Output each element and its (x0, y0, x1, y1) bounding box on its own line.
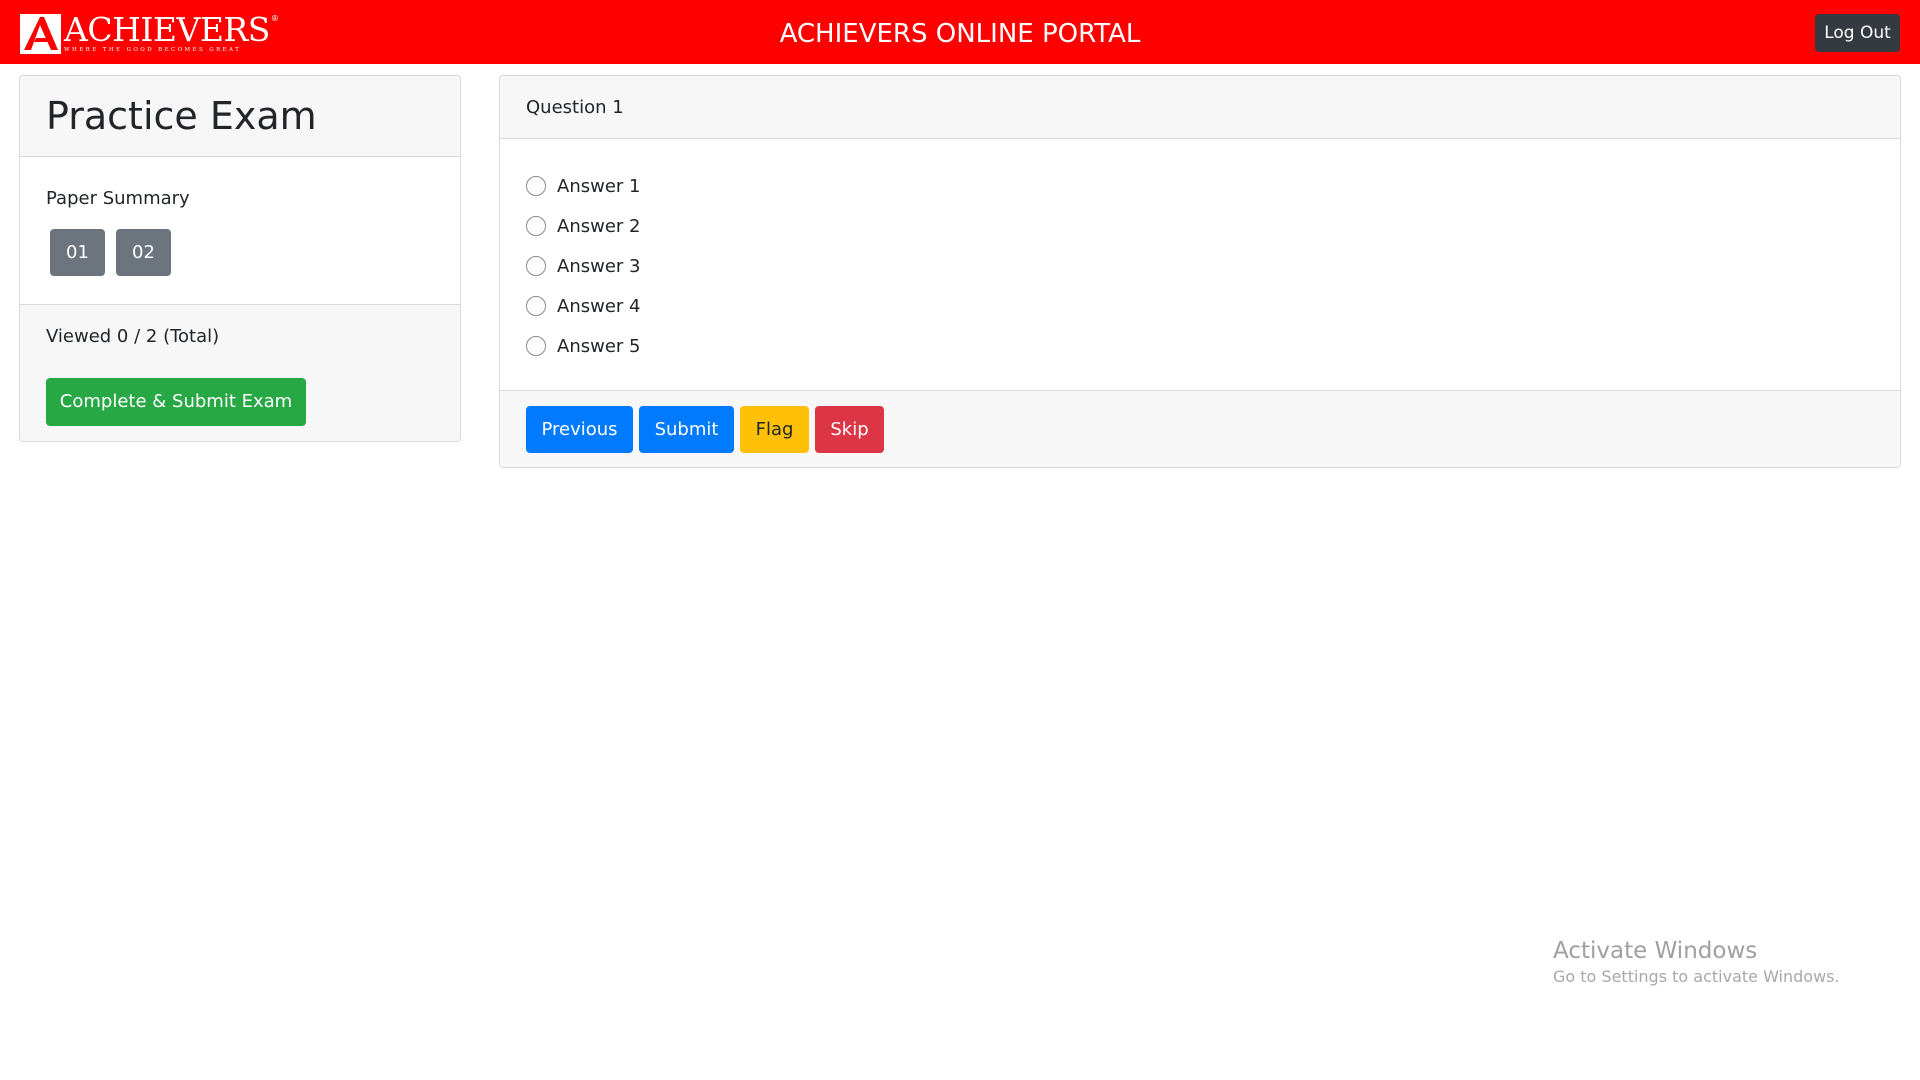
question-card: Question 1 Answer 1 Answer 2 Answer 3 An… (499, 75, 1901, 468)
answer-label: Answer 1 (557, 175, 641, 197)
paper-summary-label: Paper Summary (46, 188, 190, 209)
previous-button[interactable]: Previous (526, 406, 633, 453)
exam-summary-card: Practice Exam Paper Summary 01 02 Viewed… (19, 75, 461, 442)
skip-button[interactable]: Skip (815, 406, 884, 453)
registered-mark: ® (270, 14, 279, 23)
flag-button[interactable]: Flag (740, 406, 809, 453)
top-navbar: ACHIEVERS ® WHERE THE GOOD BECOMES GREAT… (0, 0, 1920, 64)
answer-option-3[interactable]: Answer 3 (526, 246, 1874, 286)
answer-option-1[interactable]: Answer 1 (526, 166, 1874, 206)
exam-summary-footer: Viewed 0 / 2 (Total) Complete & Submit E… (20, 305, 460, 441)
answer-option-4[interactable]: Answer 4 (526, 286, 1874, 326)
paper-button-group: 01 02 (46, 229, 434, 276)
answer-option-5[interactable]: Answer 5 (526, 326, 1874, 366)
exam-summary-header: Practice Exam (20, 76, 460, 157)
logo-word: ACHIEVERS (64, 10, 270, 49)
paper-button-02[interactable]: 02 (116, 229, 171, 276)
radio-button[interactable] (526, 256, 546, 276)
activate-windows-watermark: Activate Windows Go to Settings to activ… (1553, 936, 1840, 988)
watermark-title: Activate Windows (1553, 938, 1758, 964)
viewed-count: Viewed 0 / 2 (Total) (46, 326, 220, 347)
answer-option-2[interactable]: Answer 2 (526, 206, 1874, 246)
radio-button[interactable] (526, 216, 546, 236)
question-actions: Previous Submit Flag Skip (500, 390, 1900, 467)
answer-label: Answer 2 (557, 215, 641, 237)
portal-title: ACHIEVERS ONLINE PORTAL (779, 19, 1141, 49)
answer-label: Answer 4 (557, 295, 641, 317)
logo-a-icon (20, 14, 61, 54)
submit-answer-button[interactable]: Submit (639, 406, 734, 453)
logo-text: ACHIEVERS ® WHERE THE GOOD BECOMES GREAT (64, 10, 279, 54)
answer-list: Answer 1 Answer 2 Answer 3 Answer 4 Answ… (500, 139, 1900, 390)
answer-label: Answer 5 (557, 335, 641, 357)
radio-button[interactable] (526, 296, 546, 316)
answer-label: Answer 3 (557, 255, 641, 277)
complete-submit-exam-button[interactable]: Complete & Submit Exam (46, 378, 306, 426)
exam-title: Practice Exam (46, 94, 317, 138)
paper-summary-section: Paper Summary 01 02 (20, 157, 460, 305)
watermark-subtitle: Go to Settings to activate Windows. (1553, 967, 1840, 986)
radio-button[interactable] (526, 336, 546, 356)
radio-button[interactable] (526, 176, 546, 196)
achievers-logo[interactable]: ACHIEVERS ® WHERE THE GOOD BECOMES GREAT (20, 10, 279, 54)
logo-tagline: WHERE THE GOOD BECOMES GREAT (64, 47, 242, 53)
question-title: Question 1 (500, 76, 1900, 139)
paper-button-01[interactable]: 01 (50, 229, 105, 276)
logout-button[interactable]: Log Out (1815, 14, 1900, 52)
